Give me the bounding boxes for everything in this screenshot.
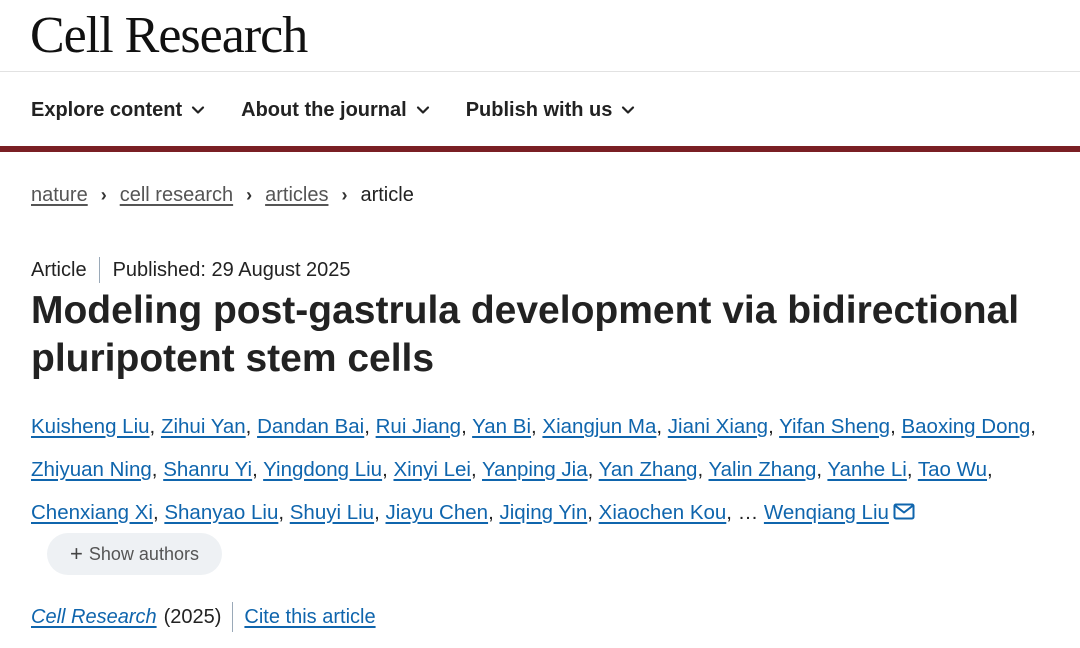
author-separator: , — [890, 415, 902, 438]
author-link[interactable]: Xiaochen Kou — [599, 501, 727, 524]
author-link[interactable]: Yan Bi — [472, 415, 531, 438]
breadcrumb-cell-research[interactable]: cell research — [120, 181, 233, 209]
author-separator: , — [364, 415, 376, 438]
author-link[interactable]: Shuyi Liu — [290, 501, 374, 524]
chevron-down-icon — [416, 106, 429, 114]
nav-about-journal[interactable]: About the journal — [241, 96, 430, 124]
author-separator: , — [151, 458, 164, 481]
citation-row: Cell Research (2025) Cite this article — [31, 602, 376, 632]
author-separator: , — [768, 415, 780, 438]
author-separator: , — [816, 458, 828, 481]
chevron-down-icon — [622, 106, 635, 114]
author-link[interactable]: Xinyi Lei — [393, 458, 471, 481]
author-separator: , — [656, 415, 668, 438]
author-separator: , — [587, 501, 599, 524]
publication-year: (2025) — [163, 606, 222, 628]
author-link[interactable]: Baoxing Dong — [901, 415, 1030, 438]
site-logo[interactable]: Cell Research — [30, 6, 308, 66]
breadcrumb-articles[interactable]: articles — [265, 181, 328, 209]
author-separator: , — [278, 501, 290, 524]
show-authors-label: Show authors — [88, 543, 199, 564]
author-separator: , — [1030, 415, 1036, 438]
author-separator: , — [697, 458, 709, 481]
plus-icon: + — [70, 541, 83, 566]
author-link[interactable]: Jiqing Yin — [499, 501, 587, 524]
author-link[interactable]: Chenxiang Xi — [31, 501, 153, 524]
article-title: Modeling post-gastrula development via b… — [31, 289, 1020, 380]
author-link[interactable]: Jiayu Chen — [386, 501, 489, 524]
published-date: Published: 29 August 2025 — [112, 259, 351, 281]
author-link[interactable]: Yanping Jia — [482, 458, 588, 481]
show-authors-button[interactable]: + Show authors — [47, 533, 222, 575]
chevron-right-icon: › — [341, 185, 348, 205]
article-type: Article — [31, 259, 87, 281]
cite-this-article-link[interactable]: Cite this article — [244, 603, 375, 631]
breadcrumb-current: article — [360, 184, 414, 206]
corresponding-author-link[interactable]: Wenqiang Liu — [764, 501, 889, 524]
accent-bar — [0, 146, 1080, 152]
author-separator: , — [987, 458, 993, 481]
author-link[interactable]: Yan Zhang — [599, 458, 698, 481]
chevron-right-icon: › — [100, 185, 107, 205]
author-separator: , — [245, 415, 258, 438]
nav-explore-content[interactable]: Explore content — [31, 96, 205, 124]
author-link[interactable]: Tao Wu — [918, 458, 987, 481]
author-separator: , — [149, 415, 161, 438]
mail-icon[interactable] — [893, 503, 915, 520]
main-nav: Explore content About the journal Publis… — [31, 96, 671, 124]
nav-item-label: Publish with us — [465, 99, 613, 121]
author-link[interactable]: Jiani Xiang — [668, 415, 768, 438]
author-separator: , — [461, 415, 473, 438]
chevron-right-icon: › — [246, 185, 253, 205]
author-separator: , — [531, 415, 543, 438]
author-separator: , — [374, 501, 386, 524]
author-link[interactable]: Zihui Yan — [161, 415, 246, 438]
author-link[interactable]: Shanru Yi — [163, 458, 252, 481]
author-ellipsis: … — [737, 501, 759, 524]
nav-item-label: Explore content — [31, 99, 183, 121]
author-separator: , — [726, 501, 738, 524]
author-link[interactable]: Rui Jiang — [376, 415, 461, 438]
author-link[interactable]: Yifan Sheng — [779, 415, 890, 438]
nav-item-label: About the journal — [241, 99, 407, 121]
author-link[interactable]: Xiangjun Ma — [542, 415, 656, 438]
author-separator: , — [382, 458, 394, 481]
author-link[interactable]: Kuisheng Liu — [31, 415, 150, 438]
author-separator: , — [470, 458, 483, 481]
author-link[interactable]: Yanhe Li — [827, 458, 906, 481]
author-link[interactable]: Shanyao Liu — [164, 501, 278, 524]
nav-publish-with-us[interactable]: Publish with us — [466, 96, 636, 124]
author-separator: , — [152, 501, 165, 524]
journal-link[interactable]: Cell Research — [31, 603, 157, 631]
article-meta: Article Published: 29 August 2025 — [31, 257, 351, 283]
chevron-down-icon — [192, 106, 205, 114]
author-separator: , — [587, 458, 599, 481]
breadcrumb: nature › cell research › articles › arti… — [31, 181, 414, 209]
meta-divider — [98, 257, 100, 283]
breadcrumb-nature[interactable]: nature — [31, 181, 88, 209]
cite-divider — [232, 602, 234, 632]
header-divider — [0, 71, 1080, 72]
author-link[interactable]: Yingdong Liu — [263, 458, 382, 481]
author-list: Kuisheng Liu, Zihui Yan, Dandan Bai, Rui… — [31, 405, 1061, 534]
author-separator: , — [488, 501, 500, 524]
author-link[interactable]: Yalin Zhang — [708, 458, 816, 481]
author-separator: , — [906, 458, 918, 481]
author-separator: , — [252, 458, 264, 481]
author-link[interactable]: Zhiyuan Ning — [31, 458, 152, 481]
author-link[interactable]: Dandan Bai — [257, 415, 364, 438]
